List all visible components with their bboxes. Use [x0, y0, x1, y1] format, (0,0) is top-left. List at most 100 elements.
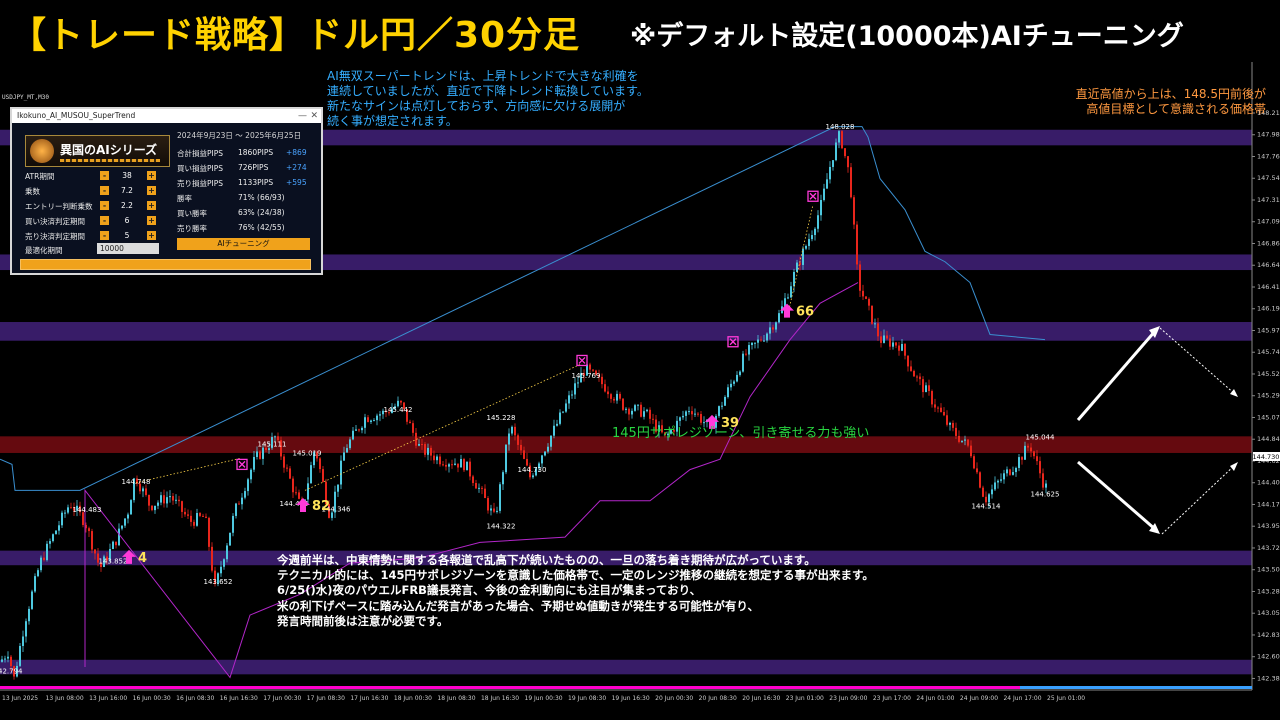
signal-count: 4: [138, 551, 147, 566]
minimize-icon[interactable]: —: [298, 109, 307, 123]
time-tick-label: 23 Jun 09:00: [829, 695, 867, 702]
candle-body: [181, 501, 183, 512]
candle-body: [763, 340, 765, 342]
candle-body: [487, 498, 489, 511]
candle-body: [934, 404, 936, 408]
param-label: 乗数: [25, 187, 40, 196]
price-label: 145.442: [384, 406, 413, 414]
target-note-line: 高値目標として意識される価格帯: [1086, 102, 1266, 116]
optimization-period-input[interactable]: 10000: [97, 243, 159, 254]
candle-body: [67, 507, 69, 513]
time-tick-label: 18 Jun 08:30: [437, 695, 475, 702]
price-tick-label: 143.055: [1257, 609, 1280, 617]
panel-titlebar[interactable]: Ikokuno_AI_MUSOU_SuperTrend — ✕: [12, 109, 321, 123]
candle-body: [952, 422, 954, 428]
candle-body: [766, 333, 768, 341]
close-icon[interactable]: ✕: [310, 109, 318, 123]
param-decrement-button[interactable]: -: [100, 231, 109, 240]
stat-diff: +869: [286, 148, 307, 157]
candle-body: [1018, 457, 1020, 468]
candle-body: [61, 512, 63, 526]
candle-body: [460, 458, 462, 468]
candle-body: [19, 645, 21, 666]
param-value[interactable]: 5: [116, 231, 138, 240]
candle-body: [52, 534, 54, 542]
candle-body: [859, 264, 861, 291]
candle-body: [565, 403, 567, 412]
candle-body: [901, 343, 903, 351]
time-axis: 13 Jun 2025 13 Jun 08:00 13 Jun 16:00 16 Ju…: [2, 695, 1085, 702]
candle-body: [340, 460, 342, 485]
param-decrement-button[interactable]: -: [100, 186, 109, 195]
candle-body: [496, 510, 498, 512]
candle-body: [979, 472, 981, 488]
candle-body: [46, 543, 48, 561]
param-value[interactable]: 38: [116, 171, 138, 180]
forecast-arrows: [1076, 326, 1238, 535]
banner-stripe: [60, 159, 160, 162]
candle-body: [493, 508, 495, 512]
candle-body: [835, 142, 837, 161]
param-value[interactable]: 2.2: [116, 201, 138, 210]
time-tick-label: 17 Jun 08:30: [307, 695, 345, 702]
price-tick-label: 147.760: [1257, 152, 1280, 160]
candle-body: [400, 400, 402, 403]
candle-body: [679, 417, 681, 421]
param-increment-button[interactable]: +: [147, 231, 156, 240]
candle-body: [151, 505, 153, 511]
candle-body: [862, 290, 864, 297]
candle-body: [943, 411, 945, 416]
price-tick-label: 145.520: [1257, 370, 1280, 378]
price-tick-label: 143.725: [1257, 544, 1280, 552]
candle-body: [226, 545, 228, 560]
candle-body: [910, 366, 912, 371]
page-title: 【トレード戦略】ドル円／30分足: [10, 15, 581, 56]
candle-body: [541, 455, 543, 464]
candle-body: [1030, 447, 1032, 452]
candle-body: [814, 228, 816, 236]
outlook-note-line: 6/25()水)夜のパウエルFRB議長発言、今後の金利動向にも注目が集まっており…: [277, 583, 702, 598]
param-increment-button[interactable]: +: [147, 186, 156, 195]
param-increment-button[interactable]: +: [147, 171, 156, 180]
price-label: 144.514: [972, 503, 1001, 511]
price-tick-label: 145.745: [1257, 348, 1280, 356]
candle-body: [37, 570, 39, 577]
candle-body: [88, 528, 90, 532]
candle-body: [259, 451, 261, 459]
candle-body: [205, 516, 207, 518]
candle-body: [55, 530, 57, 535]
param-decrement-button[interactable]: -: [100, 201, 109, 210]
candle-body: [913, 370, 915, 377]
param-decrement-button[interactable]: -: [100, 171, 109, 180]
param-value[interactable]: 7.2: [116, 186, 138, 195]
candle-body: [604, 384, 606, 392]
price-label: 142.794: [0, 667, 23, 675]
candle-body: [448, 464, 450, 467]
candle-body: [433, 455, 435, 461]
param-increment-button[interactable]: +: [147, 216, 156, 225]
candle-body: [241, 497, 243, 505]
time-tick-label: 16 Jun 00:30: [133, 695, 171, 702]
candle-body: [169, 496, 171, 498]
time-tick-label: 24 Jun 17:00: [1003, 695, 1041, 702]
candle-body: [592, 369, 594, 371]
candle-body: [463, 458, 465, 471]
param-decrement-button[interactable]: -: [100, 216, 109, 225]
candle-body: [319, 458, 321, 470]
candle-body: [160, 495, 162, 503]
candle-body: [886, 335, 888, 339]
time-tick-label: 19 Jun 08:30: [568, 695, 606, 702]
exit-mark-cross: [809, 192, 817, 200]
candle-body: [298, 492, 300, 499]
candle-body: [889, 338, 891, 347]
ai-tuning-button[interactable]: AIチューニング: [177, 238, 310, 250]
candle-body: [502, 472, 504, 485]
candle-body: [697, 413, 699, 415]
outlook-note-line: 今週前半は、中東情勢に関する各報道で乱高下が続いたものの、一旦の落ち着き期待が広…: [277, 553, 816, 567]
param-increment-button[interactable]: +: [147, 201, 156, 210]
candle-body: [754, 342, 756, 344]
candle-body: [490, 508, 492, 511]
param-value[interactable]: 6: [116, 216, 138, 225]
candle-body: [478, 487, 480, 489]
candle-body: [358, 429, 360, 431]
